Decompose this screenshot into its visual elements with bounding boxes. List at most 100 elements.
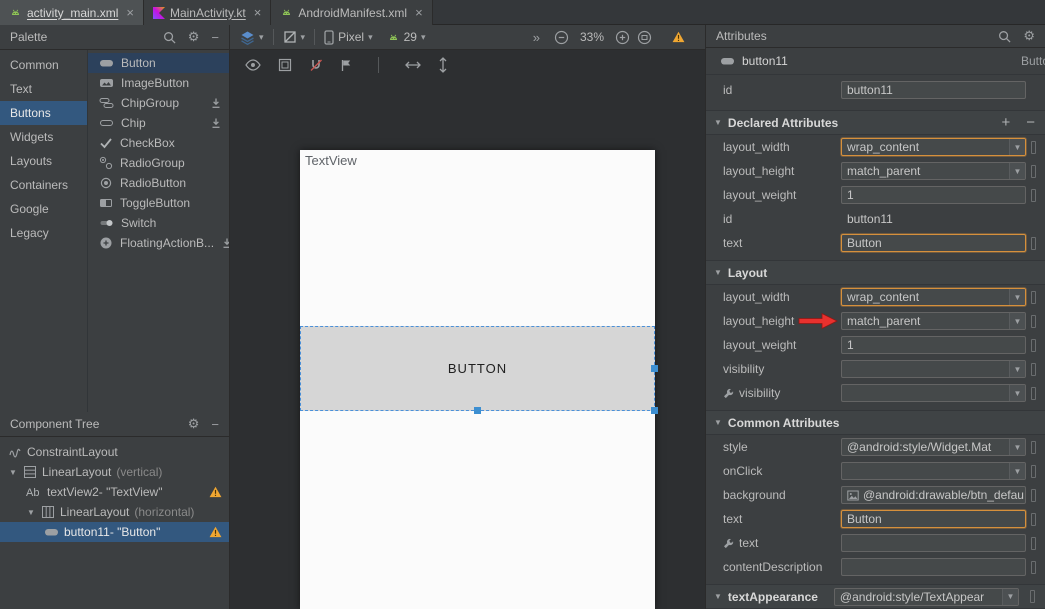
tree-item[interactable]: button11- "Button" bbox=[0, 522, 229, 542]
attribute-flag[interactable] bbox=[1031, 363, 1036, 376]
attributes-section-header[interactable]: ▼Declared Attributes+− bbox=[706, 110, 1045, 135]
chevron-down-icon[interactable]: ▼ bbox=[1009, 439, 1025, 455]
add-attribute-icon[interactable]: + bbox=[1001, 114, 1010, 131]
id-value-field[interactable]: button11 bbox=[841, 81, 1026, 99]
attribute-value-field[interactable]: @android:drawable/btn_defau bbox=[841, 486, 1026, 504]
attribute-flag[interactable] bbox=[1031, 441, 1036, 454]
attribute-flag[interactable] bbox=[1031, 561, 1036, 574]
chevron-down-icon[interactable]: ▼ bbox=[1009, 313, 1025, 329]
canvas-textview[interactable]: TextView bbox=[305, 153, 357, 168]
canvas-button-widget[interactable]: BUTTON bbox=[300, 326, 655, 411]
zoom-to-fit-icon[interactable] bbox=[637, 30, 652, 45]
attribute-value-field[interactable]: match_parent▼ bbox=[841, 312, 1026, 330]
attribute-value-field[interactable]: Button bbox=[841, 510, 1026, 528]
palette-component[interactable]: ToggleButton bbox=[88, 193, 229, 213]
palette-component[interactable]: Switch bbox=[88, 213, 229, 233]
download-icon[interactable] bbox=[210, 97, 222, 109]
download-icon[interactable] bbox=[221, 237, 229, 249]
attribute-value-field[interactable]: ▼ bbox=[841, 462, 1026, 480]
attribute-flag[interactable] bbox=[1031, 141, 1036, 154]
palette-component[interactable]: ImageButton bbox=[88, 73, 229, 93]
attribute-value-field[interactable]: 1 bbox=[841, 336, 1026, 354]
palette-component[interactable]: RadioGroup bbox=[88, 153, 229, 173]
editor-tab[interactable]: activity_main.xml× bbox=[0, 0, 144, 25]
resize-handle-right[interactable] bbox=[651, 365, 658, 372]
toolbar-overflow-chevron[interactable]: » bbox=[533, 30, 540, 45]
design-surface-selector[interactable]: ▾ bbox=[240, 30, 264, 45]
chevron-down-icon[interactable]: ▼ bbox=[1002, 589, 1018, 605]
palette-category-layouts[interactable]: Layouts bbox=[0, 149, 87, 173]
attribute-value-field[interactable] bbox=[841, 534, 1026, 552]
warning-icon[interactable] bbox=[209, 486, 222, 498]
attribute-flag[interactable] bbox=[1031, 537, 1036, 550]
chevron-down-icon[interactable]: ▼ bbox=[1009, 289, 1025, 305]
chevron-down-icon[interactable]: ▼ bbox=[1009, 163, 1025, 179]
attribute-flag[interactable] bbox=[1031, 387, 1036, 400]
palette-category-widgets[interactable]: Widgets bbox=[0, 125, 87, 149]
close-icon[interactable]: × bbox=[254, 5, 262, 20]
gear-icon[interactable]: ⚙ bbox=[188, 29, 200, 45]
tree-item[interactable]: ConstraintLayout bbox=[0, 442, 229, 462]
attribute-flag[interactable] bbox=[1031, 237, 1036, 250]
hide-panel-icon[interactable]: − bbox=[211, 30, 219, 45]
tree-item[interactable]: AbtextView2- "TextView" bbox=[0, 482, 229, 502]
palette-category-text[interactable]: Text bbox=[0, 77, 87, 101]
attribute-value-field[interactable]: Button bbox=[841, 234, 1026, 252]
palette-category-common[interactable]: Common bbox=[0, 53, 87, 77]
gear-icon[interactable]: ⚙ bbox=[188, 416, 200, 432]
palette-component[interactable]: Chip bbox=[88, 113, 229, 133]
blueprint-mode-icon[interactable] bbox=[278, 58, 292, 72]
issues-warning-icon[interactable] bbox=[672, 31, 685, 43]
attribute-value-field[interactable]: wrap_content▼ bbox=[841, 138, 1026, 156]
warning-icon[interactable] bbox=[209, 526, 222, 538]
attribute-value-field[interactable]: wrap_content▼ bbox=[841, 288, 1026, 306]
attributes-section-header[interactable]: ▼Common Attributes bbox=[706, 410, 1045, 435]
attribute-flag[interactable] bbox=[1031, 489, 1036, 502]
remove-attribute-icon[interactable]: − bbox=[1026, 114, 1035, 131]
palette-component[interactable]: FloatingActionB... bbox=[88, 233, 229, 253]
resize-handle-bottom[interactable] bbox=[474, 407, 481, 414]
autoconnect-off-icon[interactable] bbox=[309, 58, 323, 72]
chevron-down-icon[interactable]: ▼ bbox=[26, 508, 36, 517]
tree-item[interactable]: ▼LinearLayout(vertical) bbox=[0, 462, 229, 482]
gear-icon[interactable]: ⚙ bbox=[1023, 28, 1035, 44]
hide-panel-icon[interactable]: − bbox=[211, 417, 219, 432]
attribute-flag[interactable] bbox=[1031, 339, 1036, 352]
zoom-in-icon[interactable] bbox=[615, 30, 630, 45]
close-icon[interactable]: × bbox=[126, 5, 134, 20]
guidelines-icon[interactable] bbox=[340, 59, 352, 72]
attribute-value-field[interactable]: match_parent▼ bbox=[841, 162, 1026, 180]
zoom-out-icon[interactable] bbox=[554, 30, 569, 45]
tree-item[interactable]: ▼LinearLayout(horizontal) bbox=[0, 502, 229, 522]
attribute-flag[interactable] bbox=[1031, 165, 1036, 178]
horizontal-constraint-icon[interactable] bbox=[405, 60, 421, 70]
chevron-down-icon[interactable]: ▼ bbox=[1009, 139, 1025, 155]
resize-handle-corner[interactable] bbox=[651, 407, 658, 414]
palette-category-legacy[interactable]: Legacy bbox=[0, 221, 87, 245]
attribute-value-field[interactable]: ▼ bbox=[841, 360, 1026, 378]
attribute-flag[interactable] bbox=[1031, 291, 1036, 304]
device-selector[interactable]: Pixel ▾ bbox=[324, 30, 373, 45]
attribute-value-field[interactable]: @android:style/Widget.Mat▼ bbox=[841, 438, 1026, 456]
palette-component[interactable]: RadioButton bbox=[88, 173, 229, 193]
attribute-flag[interactable] bbox=[1031, 189, 1036, 202]
attribute-flag[interactable] bbox=[1031, 513, 1036, 526]
search-icon[interactable] bbox=[998, 30, 1011, 43]
attribute-value-field[interactable]: 1 bbox=[841, 186, 1026, 204]
attributes-section-header[interactable]: ▼textAppearance@android:style/TextAppear… bbox=[706, 584, 1045, 609]
search-icon[interactable] bbox=[163, 31, 176, 44]
palette-category-buttons[interactable]: Buttons bbox=[0, 101, 87, 125]
view-options-icon[interactable] bbox=[245, 59, 261, 71]
device-canvas[interactable]: TextView BUTTON bbox=[300, 150, 655, 609]
palette-component[interactable]: Button bbox=[88, 53, 229, 73]
attribute-flag[interactable] bbox=[1031, 315, 1036, 328]
attributes-section-header[interactable]: ▼Layout bbox=[706, 260, 1045, 285]
chevron-down-icon[interactable]: ▼ bbox=[1009, 385, 1025, 401]
vertical-constraint-icon[interactable] bbox=[438, 57, 448, 73]
attribute-flag[interactable] bbox=[1030, 590, 1035, 603]
orientation-theme-selector[interactable]: ▾ bbox=[283, 30, 306, 44]
attribute-flag[interactable] bbox=[1031, 465, 1036, 478]
close-icon[interactable]: × bbox=[415, 5, 423, 20]
palette-category-containers[interactable]: Containers bbox=[0, 173, 87, 197]
palette-component[interactable]: ChipGroup bbox=[88, 93, 229, 113]
